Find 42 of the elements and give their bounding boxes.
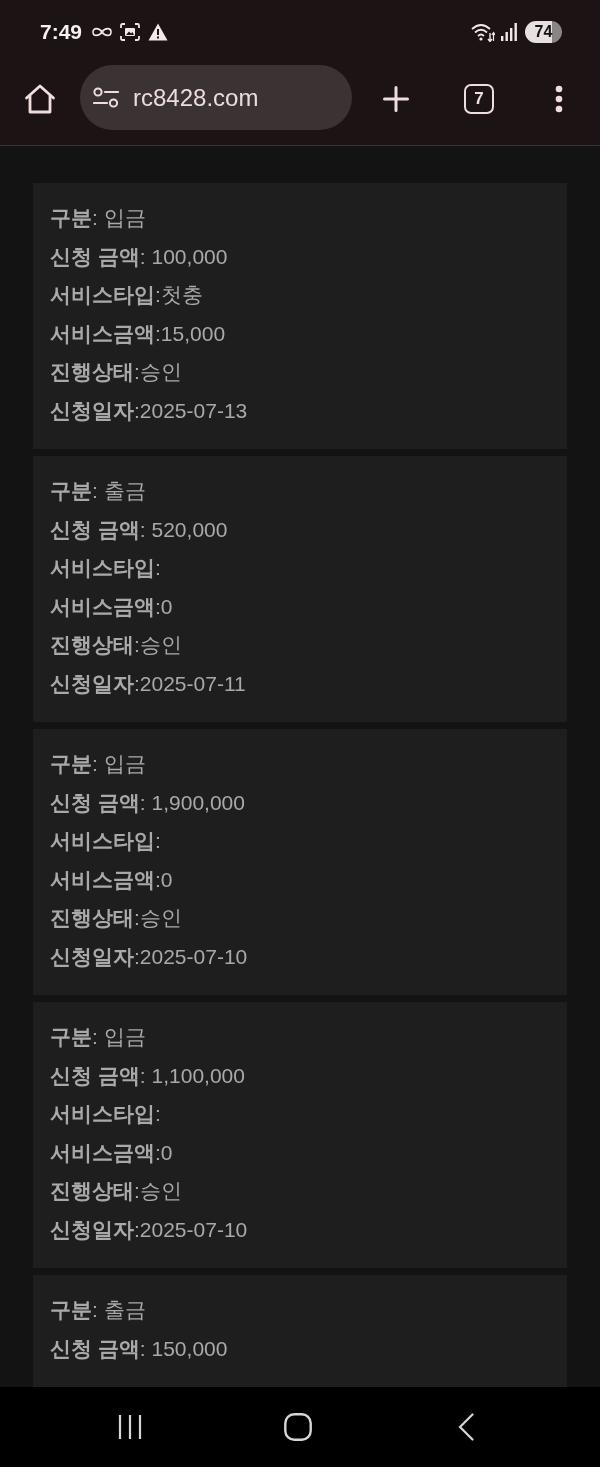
record-detail: 신청일자:2025-07-10 xyxy=(50,1216,249,1243)
record-detail: 서비스금액:15,000 xyxy=(50,320,227,347)
back-icon[interactable] xyxy=(458,1413,474,1441)
record-detail: 진행상태:승인 xyxy=(50,905,183,931)
record-detail: 구분: 출금 xyxy=(50,1297,147,1323)
wifi-icon xyxy=(471,22,495,42)
record-detail: 구분: 입금 xyxy=(50,1024,147,1050)
record-detail: 서비스타입: xyxy=(50,828,162,854)
record-detail: 구분: 출금 xyxy=(50,478,147,504)
record-detail: 신청일자:2025-07-11 xyxy=(50,670,247,697)
home-icon[interactable] xyxy=(284,1413,312,1441)
address-bar[interactable]: rc8428.com xyxy=(80,65,352,130)
status-time: 7:49 xyxy=(40,20,83,44)
warning-icon xyxy=(148,23,169,41)
new-tab-icon[interactable] xyxy=(383,85,409,112)
record-detail: 신청 금액: 1,100,000 xyxy=(50,1062,246,1089)
record-detail: 신청 금액: 1,900,000 xyxy=(50,789,246,816)
record-detail: 서비스타입: xyxy=(50,1101,162,1127)
screenshot-icon xyxy=(120,23,141,41)
signal-icon xyxy=(501,23,517,41)
record-detail: 신청일자:2025-07-10 xyxy=(50,943,249,970)
record-detail: 서비스타입: xyxy=(50,555,162,581)
tab-switcher-button[interactable]: 7 xyxy=(464,83,494,114)
record-detail: 신청 금액: 150,000 xyxy=(50,1335,229,1362)
infinity-icon xyxy=(92,27,113,37)
menu-icon[interactable] xyxy=(555,84,563,113)
battery-indicator: 74 xyxy=(525,21,562,43)
record-detail: 진행상태:승인 xyxy=(50,632,183,658)
recent-apps-icon[interactable] xyxy=(118,1414,142,1440)
record-detail: 구분: 입금 xyxy=(50,751,147,777)
record-detail: 신청 금액: 520,000 xyxy=(50,516,229,543)
record-detail: 신청일자:2025-07-13 xyxy=(50,397,249,424)
record-detail: 서비스금액:0 xyxy=(50,866,174,893)
record-detail: 진행상태:승인 xyxy=(50,359,183,385)
record-detail: 신청 금액: 100,000 xyxy=(50,243,229,270)
record-detail: 서비스타입:첫충 xyxy=(50,282,204,308)
record-detail: 서비스금액:0 xyxy=(50,1139,174,1166)
record-detail: 서비스금액:0 xyxy=(50,593,174,620)
record-detail: 구분: 입금 xyxy=(50,205,147,231)
site-settings-icon[interactable] xyxy=(93,86,119,109)
record-detail: 진행상태:승인 xyxy=(50,1178,183,1204)
home-icon[interactable] xyxy=(24,83,56,114)
